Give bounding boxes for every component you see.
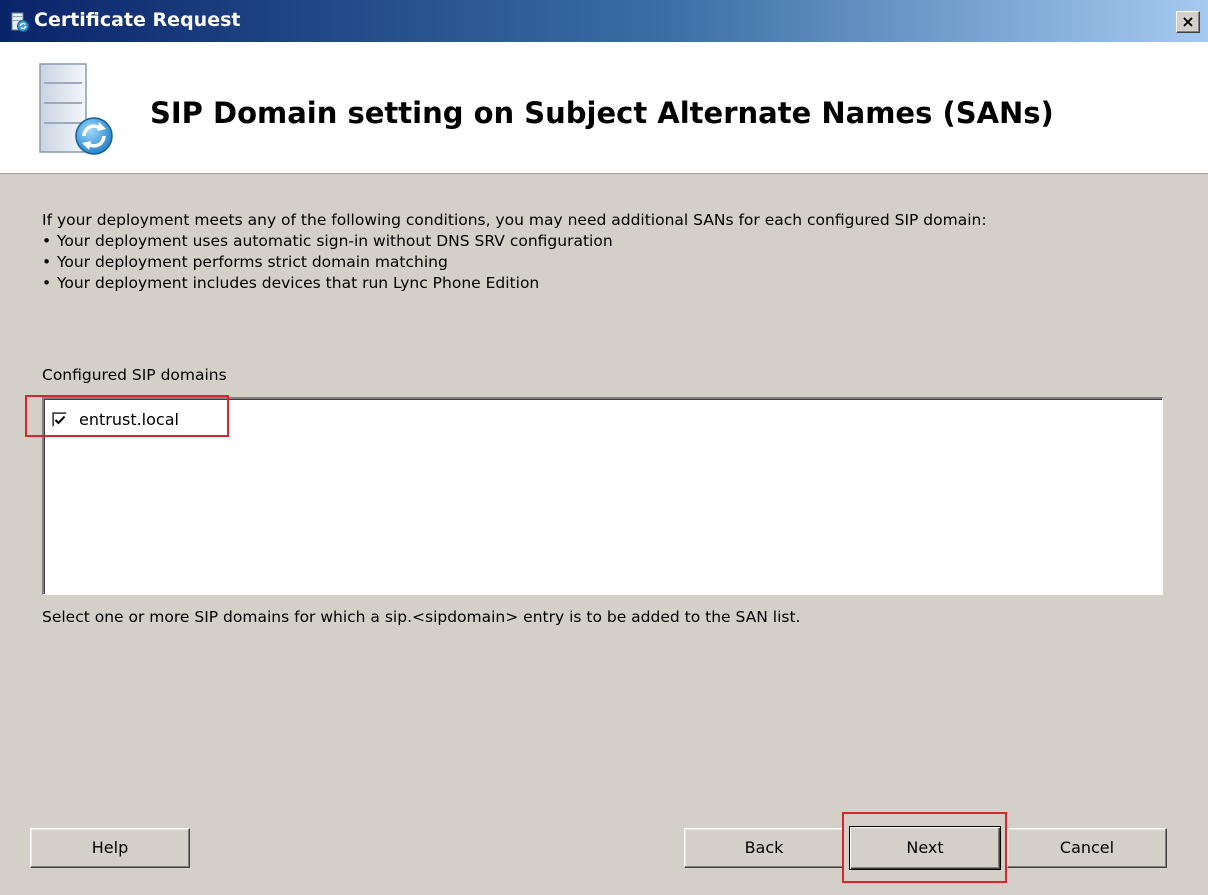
certificate-request-icon [10,12,30,32]
selection-hint: Select one or more SIP domains for which… [42,608,801,626]
list-item: • Your deployment uses automatic sign-in… [42,231,1172,252]
conditions-list: • Your deployment uses automatic sign-in… [42,231,1172,294]
certificate-request-dialog: Certificate Request × SIP Domain setting… [0,0,1208,895]
window-title: Certificate Request [34,9,241,31]
back-button[interactable]: Back [684,828,844,868]
list-item: • Your deployment includes devices that … [42,273,1172,294]
domain-item-entrust-local[interactable]: entrust.local [52,407,179,431]
close-icon: × [1181,12,1195,31]
bullet-icon: • [42,253,52,271]
wizard-header: SIP Domain setting on Subject Alternate … [0,42,1208,174]
intro-text: If your deployment meets any of the foll… [42,210,1172,294]
cancel-button[interactable]: Cancel [1007,828,1167,868]
sip-domains-list[interactable]: entrust.local [42,397,1163,595]
bullet-icon: • [42,232,52,250]
domain-checkbox[interactable] [52,411,67,427]
domain-name: entrust.local [79,409,179,429]
domains-label: Configured SIP domains [42,366,227,384]
title-bar[interactable]: Certificate Request × [0,0,1208,42]
condition-text: Your deployment includes devices that ru… [56,274,540,292]
next-button[interactable]: Next [849,826,1001,870]
checkmark-icon [54,415,66,424]
list-item: • Your deployment performs strict domain… [42,252,1172,273]
close-button[interactable]: × [1176,11,1200,33]
condition-text: Your deployment uses automatic sign-in w… [56,232,613,250]
condition-text: Your deployment performs strict domain m… [56,253,448,271]
server-refresh-icon [36,62,132,158]
page-heading: SIP Domain setting on Subject Alternate … [150,96,1054,130]
intro-paragraph: If your deployment meets any of the foll… [42,211,987,229]
bullet-icon: • [42,274,52,292]
help-button[interactable]: Help [30,828,190,868]
